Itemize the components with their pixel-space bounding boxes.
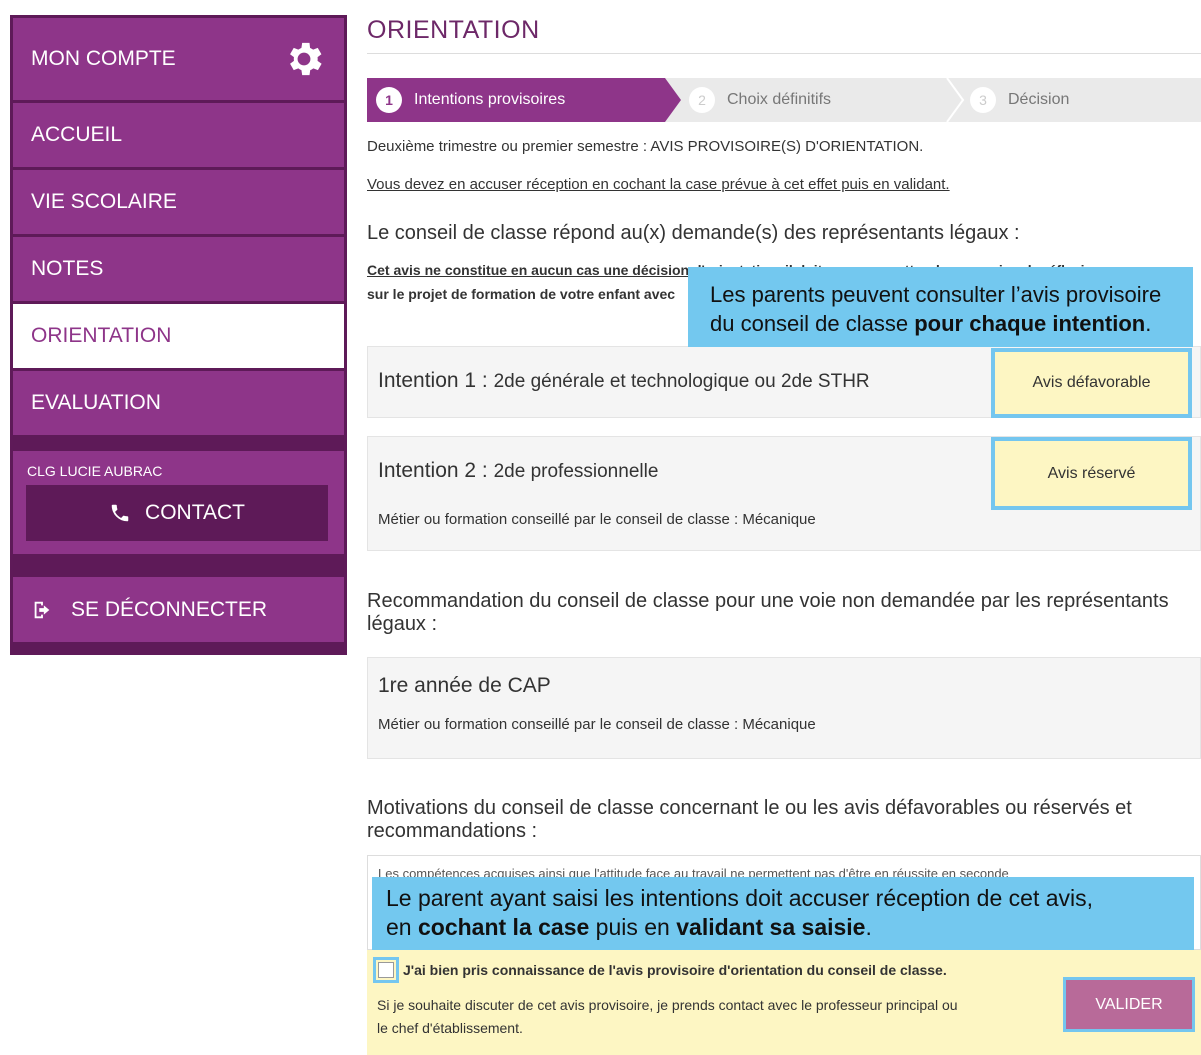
sidebar-item-label: NOTES [31,257,104,280]
sidebar-item-label: VIE SCOLAIRE [31,190,177,213]
avis-label: Avis réservé [1047,464,1136,482]
sidebar-item-vie-scolaire[interactable]: VIE SCOLAIRE [13,170,344,234]
callout-line: Les parents peuvent consulter l’avis pro… [710,282,1162,307]
sidebar-item-notes[interactable]: NOTES [13,237,344,301]
sidebar-item-label: EVALUATION [31,391,161,414]
gear-icon[interactable] [282,37,326,81]
callout-acknowledge: Le parent ayant saisi les intentions doi… [372,877,1194,950]
validate-button[interactable]: VALIDER [1063,977,1195,1032]
validate-label: VALIDER [1095,995,1163,1013]
avis-badge-2: Avis réservé [991,437,1192,510]
sidebar: MON COMPTE ACCUEIL VIE SCOLAIRE NOTES OR… [10,15,347,655]
intention-title: Intention 2 : 2de professionnelle [378,459,659,482]
step-label: Choix définitifs [727,91,832,108]
title-divider [367,53,1201,54]
step-number: 2 [689,87,715,113]
logout-label: SE DÉCONNECTER [71,597,268,621]
callout-line: en cochant la case puis en validant sa s… [386,914,872,940]
avis-label: Avis défavorable [1032,374,1151,391]
callout-line: Le parent ayant saisi les intentions doi… [386,885,1094,911]
my-account-label: MON COMPTE [31,47,176,70]
sidebar-item-accueil[interactable]: ACCUEIL [13,103,344,167]
callout-line: du conseil de classe pour chaque intenti… [710,311,1152,336]
sidebar-item-orientation[interactable]: ORIENTATION [13,304,344,368]
disclaimer-line-2: sur le projet de formation de votre enfa… [367,286,676,302]
council-heading: Le conseil de classe répond au(x) demand… [367,222,1020,244]
recommendation-title: 1re année de CAP [378,674,551,697]
intention-value: 2de professionnelle [493,461,659,482]
info-line: Deuxième trimestre ou premier semestre :… [367,138,924,155]
intention-conseil: Métier ou formation conseillé par le con… [378,511,816,528]
sidebar-item-label: ORIENTATION [31,324,172,347]
intention-number: Intention 1 [378,369,477,392]
orientation-stepper: 1 Intentions provisoires 2 Choix définit… [367,78,1201,122]
acknowledge-checkbox-highlight [373,957,399,983]
contact-note-line: Si je souhaite discuter de cet avis prov… [377,997,958,1013]
school-block: CLG LUCIE AUBRAC CONTACT [13,451,344,554]
checkbox-label: J'ai bien pris connaissance de l'avis pr… [403,962,947,978]
contact-label: CONTACT [145,501,245,524]
sidebar-item-label: ACCUEIL [31,123,123,146]
step-label: Décision [1008,91,1070,108]
step-choix[interactable]: 2 Choix définitifs [689,78,831,122]
logout-icon [34,601,50,618]
motivations-heading: Motivations du conseil de classe concern… [367,797,1132,843]
contact-note: Si je souhaite discuter de cet avis prov… [377,994,958,1040]
sidebar-item-evaluation[interactable]: EVALUATION [13,371,344,435]
page-title: ORIENTATION [367,16,540,44]
recommendation-heading-line: légaux : [367,613,438,635]
step-arrow [665,78,681,122]
step-intentions[interactable]: 1 Intentions provisoires [367,78,665,122]
intention-number: Intention 2 [378,459,477,482]
step-number: 3 [970,87,996,113]
recommendation-conseil: Métier ou formation conseillé par le con… [378,716,816,733]
step-separator [946,78,965,122]
ack-instruction: Vous devez en accuser réception en cocha… [367,176,950,193]
my-account-button[interactable]: MON COMPTE [13,18,344,100]
step-number: 1 [376,87,402,113]
motivations-heading-line: recommandations : [367,820,538,842]
recommendation-card: 1re année de CAP Métier ou formation con… [367,657,1201,759]
callout-avis: Les parents peuvent consulter l’avis pro… [688,267,1193,347]
motivations-heading-line: Motivations du conseil de classe concern… [367,797,1132,819]
acknowledge-checkbox[interactable] [378,962,394,978]
contact-note-line: le chef d'établissement. [377,1020,523,1036]
recommendation-heading-line: Recommandation du conseil de classe pour… [367,590,1169,612]
contact-button[interactable]: CONTACT [26,485,328,541]
step-label: Intentions provisoires [414,91,566,108]
logout-button[interactable]: SE DÉCONNECTER [13,577,344,642]
step-decision[interactable]: 3 Décision [970,78,1069,122]
phone-icon [111,504,129,522]
intention-title: Intention 1 : 2de générale et technologi… [378,369,870,392]
avis-badge-1: Avis défavorable [991,348,1192,418]
recommendation-heading: Recommandation du conseil de classe pour… [367,590,1169,636]
school-name: CLG LUCIE AUBRAC [27,463,163,479]
intention-value: 2de générale et technologique ou 2de STH… [493,371,870,392]
